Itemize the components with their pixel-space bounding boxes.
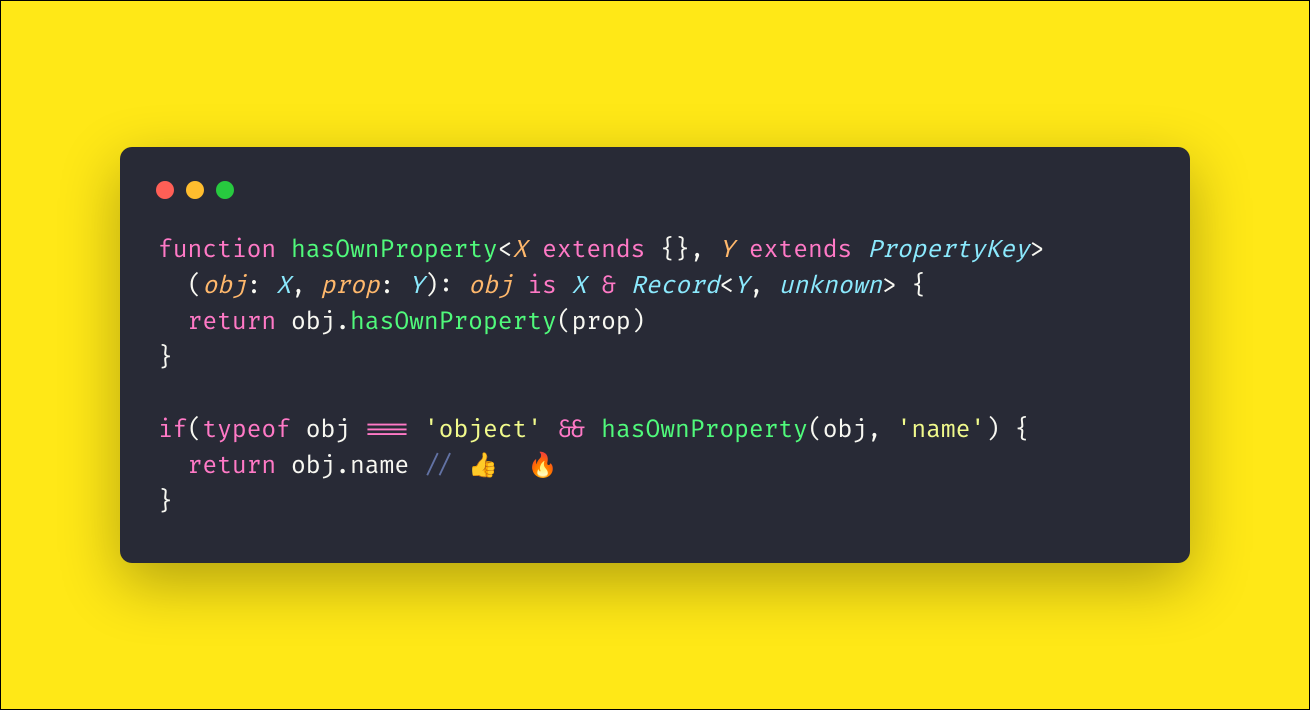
code-token: }: [158, 344, 173, 373]
code-token: (prop): [557, 308, 646, 337]
code-token: [586, 416, 601, 445]
code-token: [276, 236, 291, 265]
code-token: return: [188, 308, 277, 337]
code-token: [513, 272, 528, 301]
code-token: 'name': [897, 416, 986, 445]
traffic-lights: [156, 181, 1152, 199]
code-token: hasOwnProperty: [601, 416, 808, 445]
code-token: X: [276, 272, 291, 301]
code-token: Y: [734, 272, 749, 301]
code-token: [527, 236, 542, 265]
code-token: return: [188, 452, 277, 481]
code-token: hasOwnProperty: [350, 308, 557, 337]
code-token: extends: [542, 236, 645, 265]
code-token: ,: [291, 272, 321, 301]
code-token: extends: [749, 236, 852, 265]
code-token: <: [719, 272, 734, 301]
code-token: [645, 236, 660, 265]
code-token: Y: [719, 236, 734, 265]
code-token: [734, 236, 749, 265]
code-token: ===: [365, 416, 409, 445]
code-token: {}: [660, 236, 690, 265]
code-token: [542, 416, 557, 445]
code-token: <: [498, 236, 513, 265]
code-token: ,: [690, 236, 720, 265]
code-token: [158, 452, 188, 481]
code-token: [616, 272, 631, 301]
code-token: obj.name: [276, 452, 424, 481]
code-token: hasOwnProperty: [291, 236, 498, 265]
code-token: (obj,: [808, 416, 897, 445]
code-token: [557, 272, 572, 301]
code-token: obj: [468, 272, 512, 301]
code-token: [852, 236, 867, 265]
code-token: X: [513, 236, 528, 265]
code-token: [409, 416, 424, 445]
code-token: &&: [557, 416, 587, 445]
code-token: }: [158, 488, 173, 517]
code-token: >: [882, 272, 897, 301]
code-token: obj.: [276, 308, 350, 337]
code-window: function hasOwnProperty<X extends {}, Y …: [120, 147, 1190, 563]
code-token: {: [897, 272, 927, 301]
code-token: obj: [202, 272, 246, 301]
code-token: ) {: [985, 416, 1029, 445]
code-token: X: [572, 272, 587, 301]
code-token: unknown: [779, 272, 882, 301]
code-token: :: [380, 272, 410, 301]
code-token: Y: [409, 272, 424, 301]
code-token: // 👍 🔥: [424, 452, 558, 481]
close-icon: [156, 181, 174, 199]
code-token: Record: [631, 272, 720, 301]
code-token: prop: [321, 272, 380, 301]
code-token: &: [601, 272, 616, 301]
code-token: (: [158, 272, 202, 301]
code-token: if: [158, 416, 188, 445]
code-token: :: [247, 272, 277, 301]
minimize-icon: [186, 181, 204, 199]
code-token: obj: [291, 416, 365, 445]
code-token: typeof: [202, 416, 291, 445]
maximize-icon: [216, 181, 234, 199]
code-token: [158, 308, 188, 337]
code-token: 'object': [424, 416, 542, 445]
code-token: PropertyKey: [867, 236, 1029, 265]
code-block: function hasOwnProperty<X extends {}, Y …: [158, 233, 1152, 521]
code-token: ):: [424, 272, 468, 301]
code-token: >: [1030, 236, 1045, 265]
code-token: function: [158, 236, 276, 265]
code-token: (: [188, 416, 203, 445]
code-token: [586, 272, 601, 301]
code-token: is: [527, 272, 557, 301]
code-token: ,: [749, 272, 779, 301]
